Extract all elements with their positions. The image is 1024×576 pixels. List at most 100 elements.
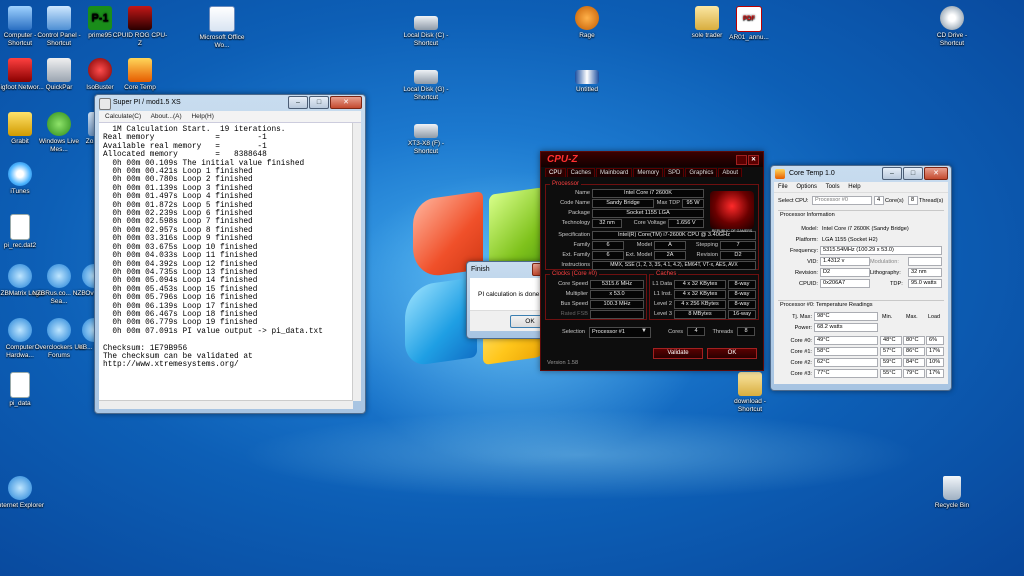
chevron-down-icon[interactable]: ▼ (641, 328, 647, 334)
processor-legend: Processor (550, 181, 582, 187)
core-temp-value: 77°C (814, 369, 878, 378)
coretemp-window[interactable]: Core Temp 1.0 – □ ✕ File Options Tools Hel… (770, 165, 952, 391)
extmodel-label: Ext. Model (625, 252, 652, 258)
tab-about[interactable]: About (718, 168, 743, 177)
caches-legend: Caches (654, 271, 679, 277)
desktop-icon-local-disk-g[interactable]: Local Disk (G) - Shortcut (398, 64, 454, 102)
wallpaper-streak (240, 410, 920, 500)
modulation-value (908, 257, 942, 266)
superpi-window[interactable]: Super PI / mod1.5 XS – □ ✕ Calculate(C) Ab… (94, 94, 366, 414)
core-min-value: 55°C (880, 369, 902, 378)
menu-about[interactable]: About...(A) (151, 113, 182, 120)
desktop-icon-pi-rec[interactable]: pi_rec.dat2 (0, 214, 48, 250)
console-line: 0h 00m 02.598s Loop 7 finished (103, 218, 253, 227)
tab-spd[interactable]: SPD (664, 168, 685, 177)
desktop-icon-pi-data[interactable]: pi_data (0, 372, 48, 408)
ratedfsb-value (590, 310, 644, 319)
power-value: 68.2 watts (814, 323, 878, 332)
revision-label: Revision (696, 252, 718, 258)
tab-cpu[interactable]: CPU (545, 168, 566, 177)
ratedfsb-label: Rated FSB (560, 311, 588, 317)
level2-label: Level 2 (653, 301, 672, 307)
console-line: Allocated memory = 8388648 (103, 151, 267, 160)
maximize-button[interactable]: □ (309, 96, 329, 109)
console-line: 0h 00m 05.796s Loop 16 finished (103, 294, 258, 303)
desktop-icon-itunes[interactable]: iTunes (0, 162, 48, 196)
console-line: 0h 00m 01.139s Loop 3 finished (103, 184, 253, 193)
stepping-value: 7 (720, 241, 756, 250)
power-label: Power: (794, 325, 812, 331)
menu-help[interactable]: Help(H) (191, 113, 213, 120)
cpuz-minimize-button[interactable] (736, 155, 747, 165)
menu-help[interactable]: Help (848, 184, 860, 190)
menu-options[interactable]: Options (796, 184, 817, 190)
l1inst-value: 4 x 32 KBytes (674, 290, 726, 299)
multiplier-value: x 53.0 (590, 290, 644, 299)
console-line: 0h 00m 02.957s Loop 8 finished (103, 226, 253, 235)
cpuz-rog-icon (128, 6, 152, 30)
folder-icon (695, 6, 719, 30)
cpuz-version: Version 1.58 (547, 360, 579, 366)
frequency-value: 5315.54MHz (100.29 x 53.0) (820, 246, 942, 255)
console-line: 0h 00m 01.497s Loop 4 finished (103, 193, 253, 202)
platform-label: Platform: (795, 237, 818, 243)
desktop-icon-pdf[interactable]: PDF AR01_annu... (721, 6, 777, 42)
minimize-button[interactable]: – (288, 96, 308, 109)
bigfoot-icon (8, 58, 32, 82)
validate-button[interactable]: Validate (653, 348, 703, 359)
desktop-icon-core-temp[interactable]: Core Temp (112, 58, 168, 92)
cpuz-ok-button[interactable]: OK (707, 348, 757, 359)
console-line: 0h 00m 07.091s PI value output -> pi_dat… (103, 327, 323, 336)
desktop-icon-local-disk-c[interactable]: Local Disk (C) - Shortcut (398, 10, 454, 48)
extmodel-value: 2A (654, 251, 686, 260)
maximize-button[interactable]: □ (903, 167, 923, 180)
select-cpu-label: Select CPU: (778, 198, 809, 204)
cpuz-close-button[interactable]: ✕ (748, 155, 759, 165)
coretemp-titlebar[interactable]: Core Temp 1.0 – □ ✕ (771, 166, 951, 182)
frequency-label: Frequency: (790, 248, 818, 254)
info-header: Processor Information (780, 212, 835, 218)
minimize-button[interactable]: – (882, 167, 902, 180)
menu-file[interactable]: File (778, 184, 788, 190)
console-line: 0h 00m 00.780s Loop 2 finished (103, 176, 253, 185)
core-min-value: 59°C (880, 358, 902, 367)
tab-mainboard[interactable]: Mainboard (596, 168, 633, 177)
busspeed-label: Bus Speed (560, 301, 588, 307)
menu-calculate[interactable]: Calculate(C) (105, 113, 141, 120)
cpuz-window[interactable]: CPU-Z ✕ CPU Caches Mainboard Memory SPD … (540, 151, 764, 371)
tab-caches[interactable]: Caches (566, 168, 596, 177)
drive-icon (414, 70, 438, 84)
desktop-icon-internet-explorer[interactable]: Internet Explorer (0, 476, 48, 510)
tab-graphics[interactable]: Graphics (685, 168, 718, 177)
select-cpu-dropdown[interactable]: Processor #0 (812, 196, 872, 205)
ie-icon (8, 476, 32, 500)
close-button[interactable]: ✕ (924, 167, 948, 180)
technology-label: Technology (561, 220, 590, 226)
console-line: Checksum: 1E79B956 (103, 344, 188, 353)
close-button[interactable]: ✕ (330, 96, 362, 109)
desktop-icon-untitled[interactable]: Untitled (559, 64, 615, 94)
platform-value: LGA 1155 (Socket H2) (822, 237, 878, 243)
superpi-app-icon (99, 98, 111, 110)
desktop-icon-cd-drive[interactable]: CD Drive - Shortcut (924, 6, 980, 48)
menu-tools[interactable]: Tools (826, 184, 840, 190)
horizontal-scrollbar[interactable] (99, 400, 353, 409)
console-line: http://www.xtremesystems.org/ (103, 361, 239, 370)
vertical-scrollbar[interactable] (352, 123, 361, 401)
superpi-menubar: Calculate(C) About...(A) Help(H) (99, 111, 361, 123)
model-label: Model: (801, 226, 818, 232)
caches-panel: Caches L1 Data 4 x 32 KBytes 8-way L1 In… (649, 271, 759, 320)
extfamily-value: 6 (592, 251, 624, 260)
desktop-icon-cpuz-rog[interactable]: CPUID ROG CPU-Z (112, 6, 168, 48)
cpuz-titlebar[interactable]: CPU-Z ✕ (541, 152, 763, 167)
desktop-icon-word-doc[interactable]: Microsoft Office Wo... (194, 6, 250, 50)
l1inst-way: 8-way (728, 290, 756, 299)
superpi-titlebar[interactable]: Super PI / mod1.5 XS – □ ✕ (95, 95, 365, 111)
console-line: 0h 00m 00.421s Loop 1 finished (103, 168, 253, 177)
console-line: Available real memory = -1 (103, 142, 267, 151)
desktop-icon-recycle-bin[interactable]: Recycle Bin (924, 476, 980, 510)
core-temp-value: 62°C (814, 358, 878, 367)
desktop-icon-xt3[interactable]: XT3-X8 (F) - Shortcut (398, 118, 454, 156)
tab-memory[interactable]: Memory (633, 168, 664, 177)
desktop-icon-rage[interactable]: Rage (559, 6, 615, 40)
